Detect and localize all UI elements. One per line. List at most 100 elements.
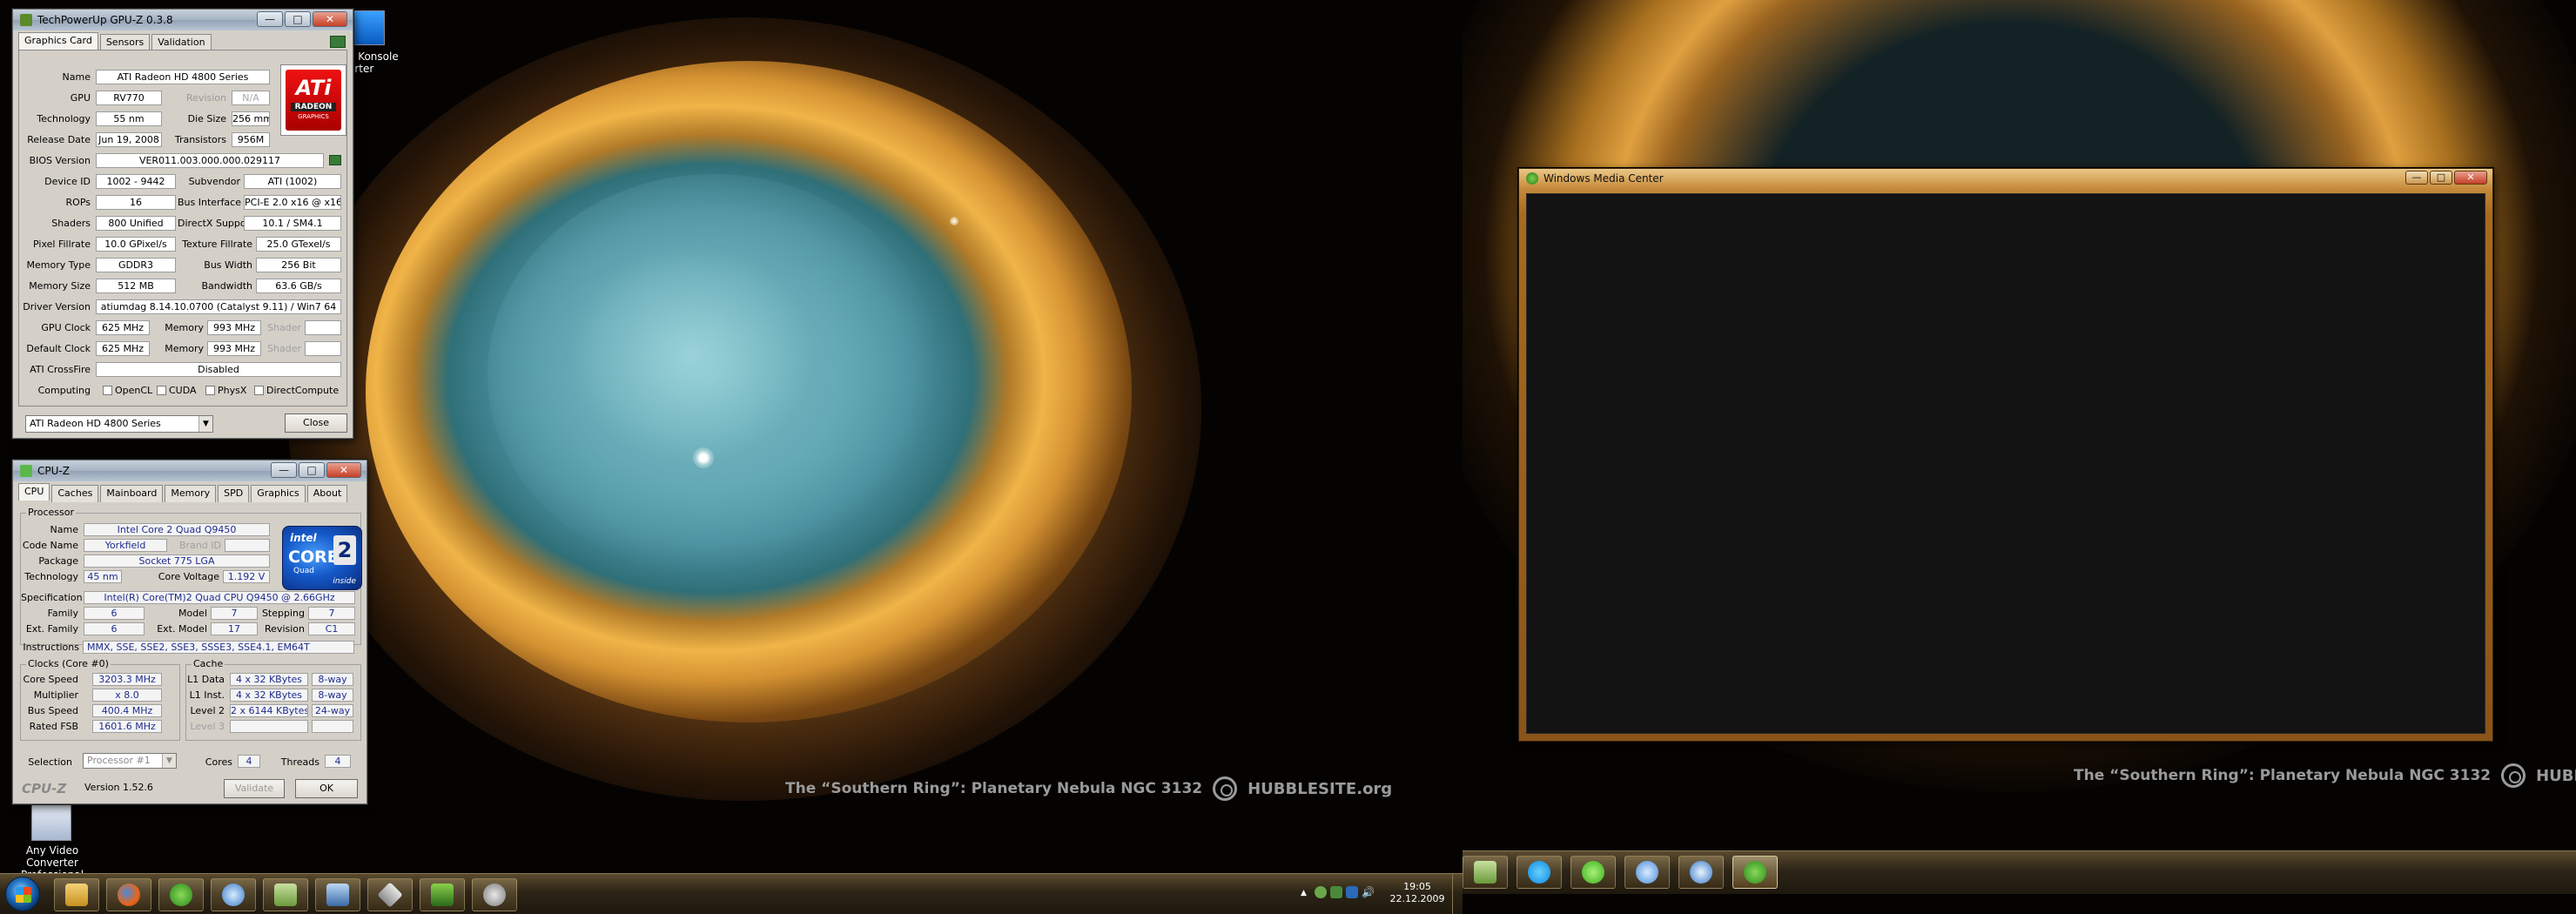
label-l1-data: L1 Data	[187, 674, 225, 685]
processor-select[interactable]: Processor #1 ▼	[83, 753, 177, 769]
konsole-desktop-icon[interactable]	[350, 10, 385, 45]
ok-button[interactable]: OK	[295, 779, 358, 798]
cpuz-window[interactable]: CPU-Z — □ ✕ CPU Caches Mainboard Memory …	[12, 460, 367, 804]
value-l1-data: 4 x 32 KBytes	[230, 673, 308, 686]
label-gpu-memory: Memory	[165, 322, 204, 333]
taskbar-explorer[interactable]	[54, 878, 99, 911]
desktop-icon-label[interactable]: e Konsole arter	[348, 50, 409, 75]
media-center-titlebar[interactable]: Windows Media Center — □ ✕	[1519, 169, 2492, 188]
value-stepping: 7	[308, 607, 355, 620]
minimize-button[interactable]: —	[2405, 171, 2428, 185]
intel-core-2-quad-logo: intel CORE Quad inside 2	[282, 526, 362, 590]
taskbar-icq[interactable]	[1570, 856, 1616, 889]
tab-graphics-card[interactable]: Graphics Card	[18, 32, 98, 50]
ati-logo-text: ATi	[295, 76, 332, 100]
tray-app-icon[interactable]	[1315, 886, 1327, 898]
label-revision: Revision	[186, 92, 226, 104]
taskbar-media-center-right[interactable]	[1732, 856, 1778, 889]
taskbar-right-app-1[interactable]	[1463, 856, 1508, 889]
minimize-button[interactable]: —	[271, 462, 297, 478]
maximize-button[interactable]: □	[2430, 171, 2452, 185]
label-device-id: Device ID	[44, 176, 91, 187]
cpuz-version: Version 1.52.6	[84, 782, 153, 793]
app-icon	[274, 884, 297, 906]
value-ext-model: 17	[211, 622, 258, 635]
bios-save-icon[interactable]	[329, 155, 341, 165]
label-rated-fsb: Rated FSB	[29, 721, 78, 732]
close-button[interactable]: ✕	[326, 462, 361, 478]
value-default-clock: 625 MHz	[96, 341, 150, 356]
action-center-icon[interactable]	[1346, 886, 1358, 898]
label-default-shader: Shader	[267, 343, 301, 354]
validate-button[interactable]: Validate	[224, 779, 285, 798]
label-driver: Driver Version	[23, 301, 91, 313]
taskbar-firefox[interactable]	[106, 878, 151, 911]
caption-text: The “Southern Ring”: Planetary Nebula NG…	[2074, 767, 2492, 784]
show-desktop-button[interactable]	[1452, 874, 1463, 914]
value-release-date: Jun 19, 2008	[96, 132, 162, 147]
taskbar-gpuz[interactable]	[420, 878, 465, 911]
cpuz-titlebar[interactable]: CPU-Z — □ ✕	[13, 460, 367, 481]
maximize-button[interactable]: □	[285, 11, 311, 27]
gpuz-titlebar[interactable]: TechPowerUp GPU-Z 0.3.8 — □ ✕	[13, 10, 353, 30]
directcompute-checkbox[interactable]: DirectCompute	[254, 385, 339, 396]
network-tray-icon[interactable]	[1330, 886, 1342, 898]
taskbar-app-6[interactable]	[315, 878, 360, 911]
label-revision: Revision	[265, 623, 305, 635]
opencl-checkbox[interactable]: OpenCL	[103, 385, 152, 396]
gpuz-window[interactable]: TechPowerUp GPU-Z 0.3.8 — □ ✕ Graphics C…	[12, 9, 353, 439]
value-core-voltage: 1.192 V	[223, 570, 270, 583]
tab-sensors[interactable]: Sensors	[99, 34, 151, 51]
tab-caches[interactable]: Caches	[51, 485, 99, 502]
media-center-window[interactable]: Windows Media Center — □ ✕	[1518, 168, 2493, 742]
gpuz-title: TechPowerUp GPU-Z 0.3.8	[37, 14, 173, 26]
card-select[interactable]: ATI Radeon HD 4800 Series ▼	[25, 415, 213, 433]
tab-graphics[interactable]: Graphics	[251, 485, 306, 502]
value-bandwidth: 63.6 GB/s	[256, 279, 341, 293]
start-button[interactable]	[5, 877, 40, 911]
value-bus-interface: PCI-E 2.0 x16 @ x16 2.0	[244, 195, 341, 210]
volume-icon[interactable]: 🔊	[1362, 886, 1375, 898]
taskbar-skype[interactable]	[1517, 856, 1562, 889]
gpuz-close-button[interactable]: Close	[285, 413, 347, 433]
taskbar-media-center[interactable]	[158, 878, 204, 911]
chevron-up-icon[interactable]: ▲	[1301, 889, 1309, 897]
hubble-logo-icon	[1213, 776, 1238, 801]
close-button[interactable]: ✕	[313, 11, 347, 27]
video-converter-icon[interactable]	[31, 804, 71, 841]
taskbar-app-5[interactable]	[263, 878, 308, 911]
tab-spd[interactable]: SPD	[218, 485, 250, 502]
taskbar-app-7[interactable]	[367, 878, 413, 911]
value-l1-inst: 4 x 32 KBytes	[230, 689, 308, 702]
maximize-button[interactable]: □	[299, 462, 325, 478]
value-cpu-name: Intel Core 2 Quad Q9450	[84, 523, 270, 536]
taskbar-itunes[interactable]	[1678, 856, 1724, 889]
label-directx: DirectX Support	[178, 218, 254, 229]
cuda-checkbox[interactable]: CUDA	[157, 385, 197, 396]
tab-validation[interactable]: Validation	[151, 34, 212, 51]
close-button[interactable]: ✕	[2454, 171, 2487, 185]
tab-about[interactable]: About	[306, 485, 348, 502]
label-transistors: Transistors	[174, 134, 226, 145]
physx-checkbox[interactable]: PhysX	[205, 385, 246, 396]
taskbar-network-app[interactable]	[211, 878, 256, 911]
minimize-button[interactable]: —	[257, 11, 283, 27]
taskbar-cpuz[interactable]	[472, 878, 517, 911]
media-center-app-icon	[1526, 172, 1538, 185]
tray-clock[interactable]: 19:05 22.12.2009	[1386, 881, 1449, 905]
tab-cpu[interactable]: CPU	[18, 483, 50, 501]
central-star	[693, 447, 714, 468]
value-gpu-shader	[305, 320, 341, 335]
tab-memory[interactable]: Memory	[165, 485, 217, 502]
value-level3	[230, 720, 308, 733]
media-center-icon	[1744, 861, 1766, 884]
cpuz-title: CPU-Z	[37, 465, 70, 477]
tab-mainboard[interactable]: Mainboard	[100, 485, 164, 502]
screenshot-icon[interactable]	[330, 36, 346, 48]
value-memory-size: 512 MB	[96, 279, 176, 293]
ati-radeon-logo: ATi RADEON GRAPHICS	[280, 64, 346, 136]
taskbar-messenger[interactable]	[1624, 856, 1670, 889]
value-instructions: MMX, SSE, SSE2, SSE3, SSSE3, SSE4.1, EM6…	[83, 641, 354, 654]
media-center-content[interactable]	[1526, 193, 2485, 734]
label-model: Model	[178, 608, 207, 619]
